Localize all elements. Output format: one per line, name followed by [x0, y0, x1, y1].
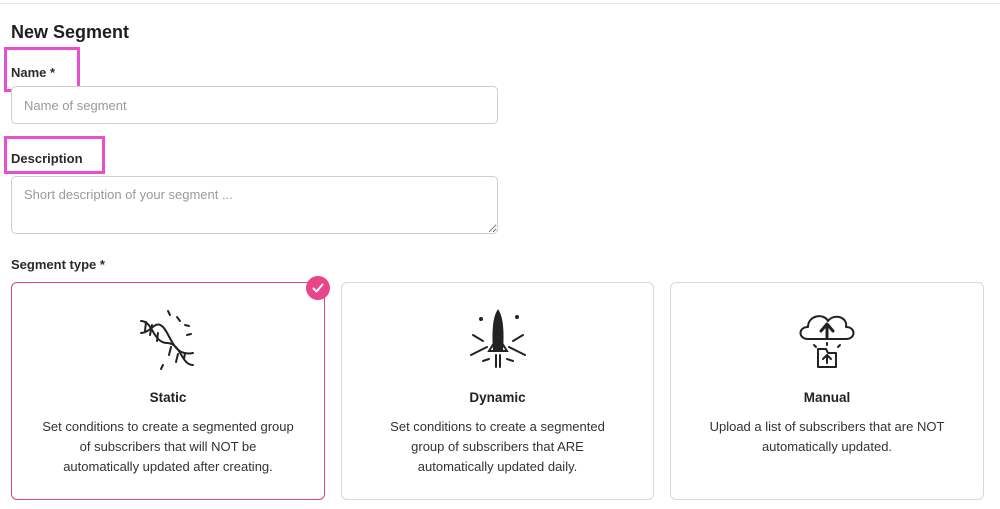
segment-type-card-manual[interactable]: Manual Upload a list of subscribers that…	[670, 282, 984, 500]
rocket-icon	[469, 309, 526, 368]
dna-icon	[140, 310, 194, 370]
name-input[interactable]	[11, 86, 498, 124]
segment-type-description: Set conditions to create a segmented gro…	[390, 419, 605, 474]
segment-type-label: Segment type *	[11, 257, 105, 272]
segment-type-title: Manual	[803, 390, 851, 405]
description-label: Description	[11, 151, 83, 166]
segment-type-description: Upload a list of subscribers that are NO…	[709, 419, 945, 454]
top-divider	[0, 0, 1000, 4]
segment-type-card-dynamic[interactable]: Dynamic Set conditions to create a segme…	[341, 282, 654, 500]
cloud-upload-icon	[799, 315, 855, 368]
segment-type-card-static[interactable]: Static Set conditions to create a segmen…	[11, 282, 325, 500]
page-title: New Segment	[11, 22, 130, 42]
name-label: Name *	[11, 65, 56, 80]
segment-type-description: Set conditions to create a segmented gro…	[42, 419, 294, 474]
description-textarea[interactable]	[11, 176, 498, 234]
selected-check-icon	[306, 276, 330, 300]
segment-type-title: Static	[149, 390, 187, 405]
segment-type-title: Dynamic	[469, 390, 526, 405]
